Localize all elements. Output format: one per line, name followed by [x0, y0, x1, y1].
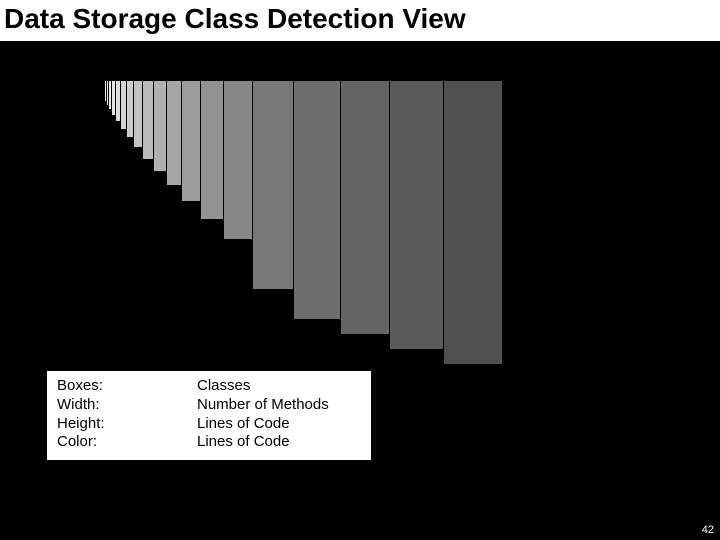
- page-title: Data Storage Class Detection View: [0, 0, 720, 41]
- legend-row: Boxes: Classes: [57, 377, 361, 396]
- legend-row: Height: Lines of Code: [57, 415, 361, 434]
- legend-val-boxes: Classes: [197, 377, 250, 396]
- legend-key-height: Height:: [57, 415, 197, 434]
- legend-val-width: Number of Methods: [197, 396, 329, 415]
- legend-row: Color: Lines of Code: [57, 433, 361, 452]
- page-number: 42: [702, 524, 714, 536]
- legend-box: Boxes: Classes Width: Number of Methods …: [46, 370, 372, 461]
- class-box: [389, 80, 444, 350]
- legend-key-boxes: Boxes:: [57, 377, 197, 396]
- class-box: [153, 80, 167, 172]
- legend-row: Width: Number of Methods: [57, 396, 361, 415]
- class-box: [200, 80, 224, 220]
- class-box: [252, 80, 294, 290]
- legend-key-color: Color:: [57, 433, 197, 452]
- class-box: [502, 80, 632, 480]
- legend-val-height: Lines of Code: [197, 415, 290, 434]
- slide: Data Storage Class Detection View Boxes:…: [0, 0, 720, 540]
- legend-val-color: Lines of Code: [197, 433, 290, 452]
- legend-key-width: Width:: [57, 396, 197, 415]
- class-box: [443, 80, 503, 365]
- class-box: [181, 80, 201, 202]
- class-box: [340, 80, 390, 335]
- class-box: [166, 80, 182, 186]
- class-box: [223, 80, 253, 240]
- class-box: [293, 80, 341, 320]
